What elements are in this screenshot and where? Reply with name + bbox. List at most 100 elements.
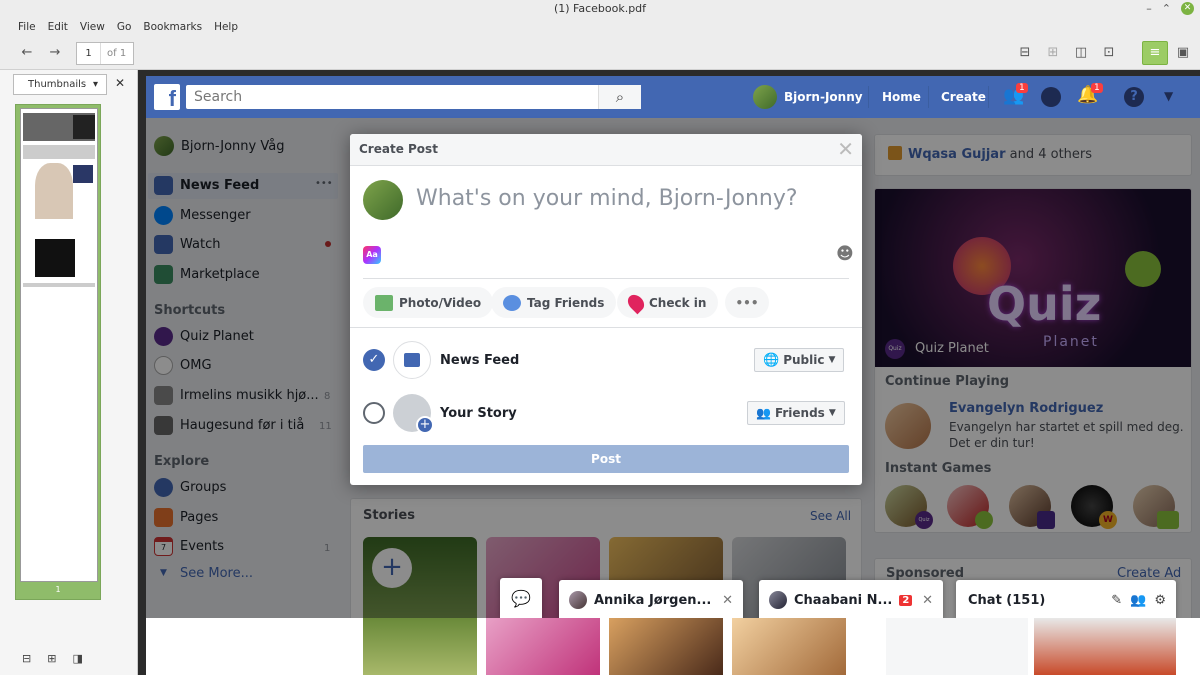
- close-chat-icon[interactable]: ✕: [922, 593, 933, 608]
- menubar: File Edit View Go Bookmarks Help: [0, 18, 1200, 38]
- menu-view[interactable]: View: [74, 18, 111, 38]
- page-total: of 1: [107, 48, 127, 59]
- page-number-box[interactable]: 1 of 1: [76, 42, 134, 65]
- page-current-input[interactable]: 1: [77, 43, 101, 64]
- sponsored-image[interactable]: [886, 618, 1028, 675]
- photo-video-label: Photo/Video: [399, 295, 482, 310]
- minimize-icon[interactable]: –: [1146, 2, 1152, 15]
- dropdown-caret-icon: ▼: [828, 408, 836, 418]
- chat-tab-name: Annika Jørgen...: [594, 592, 712, 608]
- chat-count-label: Chat (151): [968, 592, 1046, 608]
- emoji-icon[interactable]: ☻: [836, 244, 854, 264]
- nav-home[interactable]: Home: [882, 90, 921, 104]
- messenger-icon[interactable]: [1041, 87, 1061, 107]
- story-thumb[interactable]: [609, 618, 723, 675]
- tag-friends-label: Tag Friends: [527, 295, 605, 310]
- audience-public-dropdown[interactable]: 🌐 Public ▼: [754, 348, 845, 372]
- post-button[interactable]: Post: [363, 445, 849, 473]
- dropdown-caret-icon: ▼: [828, 355, 836, 365]
- friend-requests-badge: 1: [1016, 83, 1028, 93]
- chat-avatar: [569, 591, 587, 609]
- sidebar-bottom-buttons: ⊟ ⊞ ◨: [22, 652, 83, 665]
- your-story-label: Your Story: [440, 406, 517, 421]
- fit-page-icon[interactable]: ◫: [1070, 42, 1092, 64]
- close-window-icon[interactable]: ✕: [1181, 2, 1194, 15]
- fit-width-icon[interactable]: ⊡: [1098, 42, 1120, 64]
- your-story-checkbox[interactable]: [363, 402, 385, 424]
- thumbnail-page-number: 1: [55, 585, 61, 594]
- close-sidebar-icon[interactable]: ✕: [115, 76, 125, 90]
- notifications-badge: 1: [1091, 83, 1103, 93]
- chat-group-icon[interactable]: 👥: [1130, 593, 1146, 608]
- menu-file[interactable]: File: [12, 18, 42, 38]
- audience-public-label: Public: [783, 353, 825, 367]
- close-dialog-icon[interactable]: ✕: [837, 137, 854, 161]
- zoom-in-icon[interactable]: ⊞: [1042, 42, 1064, 64]
- composer-avatar: [363, 180, 403, 220]
- photo-icon: [375, 294, 393, 311]
- search-icon[interactable]: ⌕: [598, 85, 641, 109]
- text-background-icon[interactable]: Aa: [363, 246, 381, 264]
- chat-tab-chaabani[interactable]: Chaabani N... 2 ✕: [759, 580, 943, 618]
- collapse-icon[interactable]: ⊟: [22, 652, 31, 665]
- forward-arrow-icon[interactable]: →: [44, 42, 66, 64]
- post-composer-input[interactable]: What's on your mind, Bjorn-Jonny?: [416, 186, 798, 211]
- audience-friends-dropdown[interactable]: 👥 Friends ▼: [747, 401, 845, 425]
- close-chat-icon[interactable]: ✕: [722, 593, 733, 608]
- add-story-plus-icon: +: [416, 416, 434, 434]
- chat-avatar: [769, 591, 787, 609]
- chat-settings-gear-icon[interactable]: ⚙: [1154, 593, 1166, 608]
- menu-help[interactable]: Help: [208, 18, 244, 38]
- tag-friends-button[interactable]: Tag Friends: [491, 287, 617, 318]
- properties-icon[interactable]: ◨: [72, 652, 82, 665]
- more-options-button[interactable]: •••: [725, 287, 769, 318]
- sidebar-mode-select[interactable]: Thumbnails: [13, 74, 107, 95]
- photo-video-button[interactable]: Photo/Video: [363, 287, 494, 318]
- menu-edit[interactable]: Edit: [42, 18, 74, 38]
- story-thumb[interactable]: [732, 618, 846, 675]
- news-feed-destination-icon: [393, 341, 431, 379]
- maximize-icon[interactable]: ⌃: [1162, 2, 1171, 15]
- audience-friends-label: Friends: [774, 406, 825, 420]
- expand-icon[interactable]: ⊞: [47, 652, 56, 665]
- compose-message-icon[interactable]: 💬: [500, 578, 542, 618]
- header-user-name[interactable]: Bjorn-Jonny: [784, 90, 863, 104]
- thumbnail-page[interactable]: [20, 108, 98, 582]
- nav-create[interactable]: Create: [941, 90, 986, 104]
- sponsored-image[interactable]: [1034, 618, 1176, 675]
- account-menu-chevron-icon[interactable]: ▼: [1164, 89, 1173, 103]
- document-view-lower[interactable]: [146, 618, 1200, 675]
- chat-sidebar-tab[interactable]: Chat (151) ✎ 👥 ⚙: [956, 580, 1176, 618]
- chat-unread-badge: 2: [899, 594, 913, 606]
- location-pin-icon: [624, 291, 648, 314]
- check-in-button[interactable]: Check in: [617, 287, 719, 318]
- check-in-label: Check in: [649, 295, 707, 310]
- document-view[interactable]: f Search ⌕ Bjorn-Jonny Home Create 👥 1 🔔…: [146, 76, 1200, 618]
- dual-page-icon[interactable]: ▣: [1172, 42, 1194, 64]
- story-thumb[interactable]: [363, 618, 477, 675]
- story-thumb[interactable]: [486, 618, 600, 675]
- chat-tab-annika[interactable]: Annika Jørgen... ✕: [559, 580, 743, 618]
- search-input[interactable]: Search: [186, 85, 641, 109]
- back-arrow-icon[interactable]: ←: [16, 42, 38, 64]
- news-feed-checkbox[interactable]: ✓: [363, 349, 385, 371]
- continuous-mode-icon[interactable]: ≡: [1142, 41, 1168, 65]
- menu-go[interactable]: Go: [111, 18, 138, 38]
- dialog-title: Create Post: [350, 134, 862, 166]
- window-controls: – ⌃ ✕: [1146, 2, 1194, 15]
- sidebar-mode-label: Thumbnails: [28, 79, 87, 90]
- tag-friends-icon: [503, 294, 521, 311]
- zoom-out-icon[interactable]: ⊟: [1014, 42, 1036, 64]
- new-message-icon[interactable]: ✎: [1111, 593, 1122, 608]
- user-avatar[interactable]: [753, 85, 777, 109]
- globe-icon: 🌐: [763, 352, 780, 368]
- news-feed-destination-label: News Feed: [440, 353, 520, 368]
- chat-tab-name: Chaabani N...: [794, 592, 893, 608]
- window-title: (1) Facebook.pdf: [553, 2, 647, 15]
- facebook-logo[interactable]: f: [154, 84, 180, 111]
- menu-bookmarks[interactable]: Bookmarks: [137, 18, 208, 38]
- window-titlebar: (1) Facebook.pdf: [0, 0, 1200, 18]
- friends-icon: 👥: [756, 406, 771, 420]
- create-post-dialog: Create Post ✕ What's on your mind, Bjorn…: [350, 134, 862, 485]
- help-icon[interactable]: ?: [1124, 87, 1144, 107]
